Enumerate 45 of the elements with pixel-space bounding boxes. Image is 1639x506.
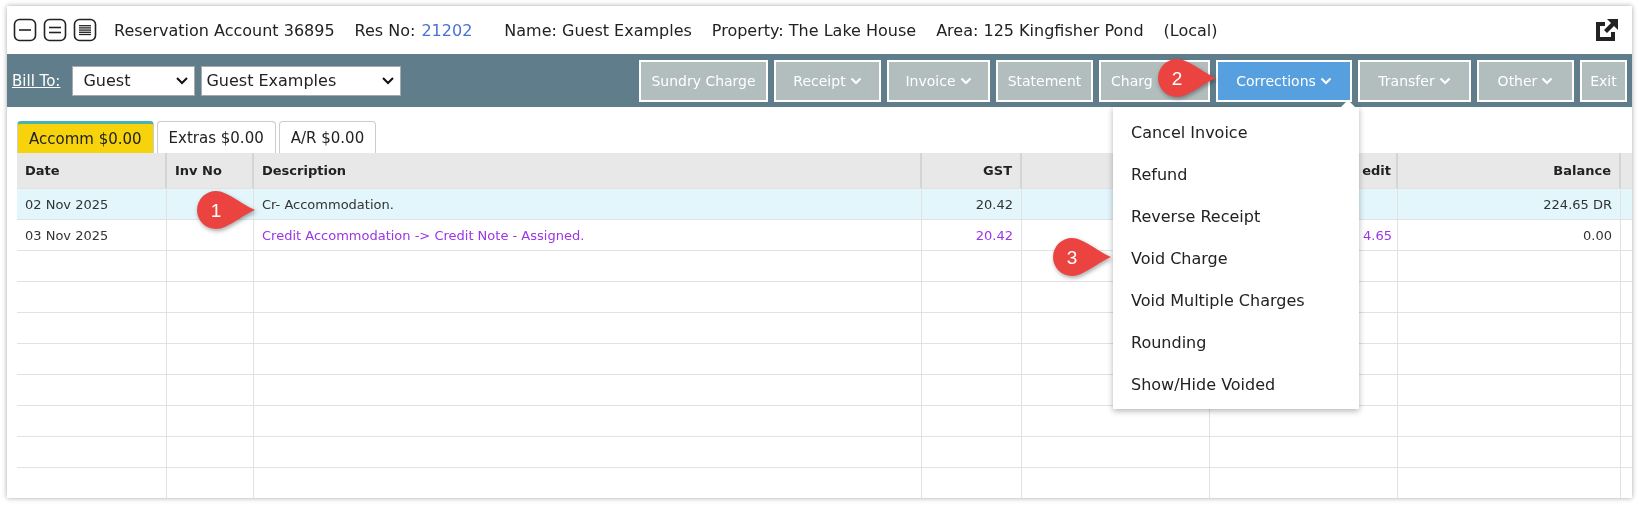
caret-icon xyxy=(1438,76,1451,85)
table-cell: 20.42 xyxy=(975,227,1013,243)
table-cell: Cr- Accommodation. xyxy=(262,196,394,212)
column-header: Date xyxy=(25,163,60,178)
res-no-link[interactable]: 21202 xyxy=(421,20,473,40)
view-density-icon[interactable] xyxy=(73,18,97,42)
callout-marker: 1 xyxy=(195,189,257,231)
column-header: edit xyxy=(1362,163,1391,178)
tab[interactable]: Accomm $0.00 xyxy=(17,121,154,153)
view-density-icon[interactable] xyxy=(13,18,37,42)
area-scope: (Local) xyxy=(1163,20,1218,40)
view-density-icon[interactable] xyxy=(43,18,67,42)
tab[interactable]: A/R $0.00 xyxy=(278,121,377,153)
caret-icon xyxy=(382,76,395,85)
table-cell: 4.65 xyxy=(1363,227,1392,243)
table-cell: 02 Nov 2025 xyxy=(25,196,109,212)
column-header: Description xyxy=(262,163,347,178)
bill-to-name-select[interactable]: Guest Examples xyxy=(201,65,402,96)
bill-to-type-select[interactable]: Guest xyxy=(72,65,196,96)
column-header: Inv No xyxy=(175,163,222,178)
res-no-label: Res No: xyxy=(354,20,416,40)
caret-icon xyxy=(849,76,862,85)
caret-icon xyxy=(959,76,972,85)
table-cell: 20.42 xyxy=(975,196,1013,212)
account-title: Reservation Account 36895 xyxy=(114,20,335,40)
table-cell: 03 Nov 2025 xyxy=(25,227,109,243)
table-cell: Credit Accommodation -> Credit Note - Assigned. xyxy=(262,227,585,243)
table-cell: 224.65 DR xyxy=(1543,196,1612,212)
tab[interactable]: Extras $0.00 xyxy=(156,121,276,153)
menu-item[interactable]: Show/Hide Voided xyxy=(1113,363,1359,405)
menu-item[interactable]: Void Multiple Charges xyxy=(1113,279,1359,321)
bill-to-link[interactable]: Bill To: xyxy=(12,71,61,90)
callout-marker: 2 xyxy=(1156,57,1218,99)
callout-marker: 3 xyxy=(1051,236,1113,278)
table-cell: 0.00 xyxy=(1583,227,1612,243)
guest-name: Name: Guest Examples xyxy=(504,20,692,40)
column-header: Balance xyxy=(1553,163,1611,178)
caret-icon xyxy=(1319,76,1332,85)
area-name: Area: 125 Kingfisher Pond xyxy=(936,20,1144,40)
property-name: Property: The Lake House xyxy=(711,20,917,40)
menu-item[interactable]: Cancel Invoice xyxy=(1113,111,1359,153)
column-header: GST xyxy=(983,163,1012,178)
menu-item[interactable]: Rounding xyxy=(1113,321,1359,363)
caret-icon xyxy=(176,76,189,85)
caret-icon xyxy=(1541,76,1554,85)
